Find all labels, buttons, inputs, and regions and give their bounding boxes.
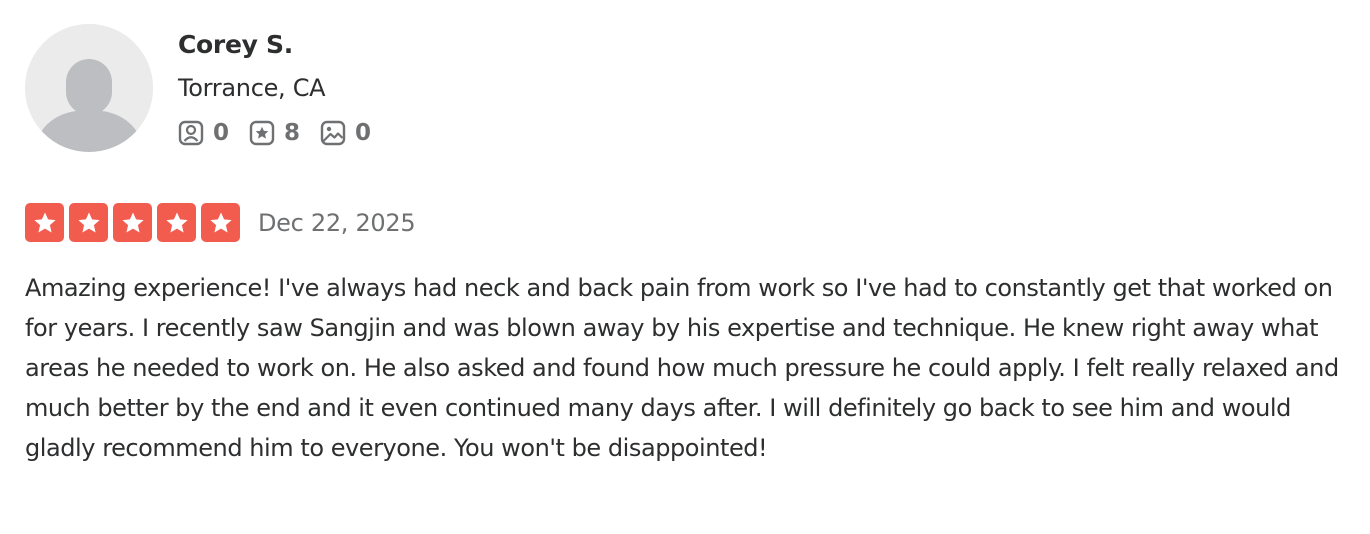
stat-reviews: 8 <box>249 120 300 146</box>
user-location: Torrance, CA <box>178 74 326 102</box>
reviews-star-icon <box>249 120 275 146</box>
star-icon <box>69 203 108 242</box>
review-header: Corey S. Torrance, CA 0 8 0 <box>25 24 1345 152</box>
review-text: Amazing experience! I've always had neck… <box>25 274 1339 462</box>
user-name[interactable]: Corey S. <box>178 28 391 62</box>
reviews-count: 8 <box>284 120 301 146</box>
star-icon <box>25 203 64 242</box>
review-card: Corey S. Torrance, CA 0 8 0 Dec 22, 2025… <box>25 24 1345 468</box>
avatar[interactable] <box>25 24 153 152</box>
stat-photos: 0 <box>320 120 371 146</box>
user-stats: 0 8 0 <box>178 117 391 149</box>
friends-icon <box>178 120 204 146</box>
friends-count: 0 <box>213 120 230 146</box>
star-icon <box>113 203 152 242</box>
photos-icon <box>320 120 346 146</box>
user-info: Corey S. Torrance, CA 0 8 0 <box>178 24 391 149</box>
stat-friends: 0 <box>178 120 229 146</box>
star-icon <box>157 203 196 242</box>
star-icon <box>201 203 240 242</box>
default-avatar-icon <box>25 24 153 152</box>
star-rating <box>25 203 245 242</box>
photos-count: 0 <box>355 120 372 146</box>
rating-row: Dec 22, 2025 <box>25 203 1345 242</box>
review-date: Dec 22, 2025 <box>258 208 416 237</box>
